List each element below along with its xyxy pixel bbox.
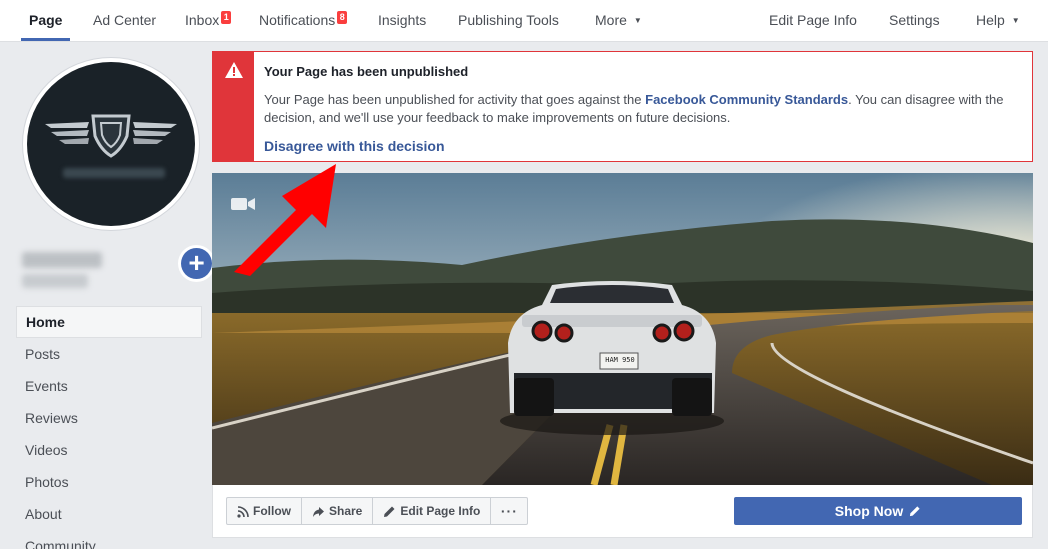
community-standards-link[interactable]: Facebook Community Standards — [645, 92, 848, 107]
page-unpublished-alert: Your Page has been unpublished Your Page… — [212, 51, 1033, 162]
nav-tab-label: Settings — [889, 12, 940, 28]
sidebar-item-videos[interactable]: Videos — [16, 434, 202, 466]
more-options-button[interactable]: ··· — [491, 498, 527, 524]
blurred-page-name — [63, 168, 165, 178]
edit-page-info-label: Edit Page Info — [400, 504, 481, 518]
sidebar-item-reviews[interactable]: Reviews — [16, 402, 202, 434]
page-sidebar-menu: Home Posts Events Reviews Videos Photos … — [16, 306, 202, 549]
blurred-page-username — [22, 274, 88, 288]
nav-help[interactable]: Help ▼ — [976, 0, 1020, 41]
pencil-icon — [384, 506, 395, 517]
nav-tab-label: Edit Page Info — [769, 12, 857, 28]
nav-tab-label: Notifications — [259, 12, 336, 28]
nav-tab-label: Inbox — [185, 12, 220, 28]
edit-page-info-button[interactable]: Edit Page Info — [373, 498, 492, 524]
share-button-label: Share — [329, 504, 363, 518]
nav-tab-inbox[interactable]: Inbox 1 — [185, 0, 232, 41]
nav-tab-more[interactable]: More ▼ — [595, 0, 642, 41]
red-arrow-annotation-icon — [234, 164, 336, 276]
inbox-count-badge: 1 — [221, 11, 232, 24]
page-action-bar: Follow Share Edit Page Info ··· Shop Now — [212, 485, 1033, 538]
winged-shield-logo-icon — [45, 114, 177, 158]
follow-button-label: Follow — [253, 504, 291, 518]
pencil-icon[interactable] — [909, 505, 921, 517]
alert-side-stripe — [213, 52, 254, 161]
profile-picture-frame[interactable]: + — [22, 57, 215, 282]
nav-tab-page[interactable]: Page — [20, 0, 72, 41]
follow-button[interactable]: Follow — [227, 498, 302, 524]
nav-tab-ad-center[interactable]: Ad Center — [93, 0, 156, 41]
rss-icon — [237, 506, 249, 518]
shop-now-label: Shop Now — [834, 503, 904, 519]
caret-down-icon: ▼ — [633, 16, 642, 25]
alert-message: Your Page has been unpublished for activ… — [264, 91, 1034, 127]
nav-tab-label: Insights — [378, 12, 427, 28]
sidebar-item-posts[interactable]: Posts — [16, 338, 202, 370]
nav-tab-label: Help — [976, 12, 1005, 28]
alert-title: Your Page has been unpublished — [264, 64, 469, 79]
add-profile-photo-button[interactable]: + — [178, 245, 215, 282]
share-arrow-icon — [313, 507, 324, 517]
nav-settings[interactable]: Settings — [889, 0, 940, 41]
nav-tab-label: Page — [29, 12, 63, 28]
share-button[interactable]: Share — [302, 498, 374, 524]
nav-edit-page-info[interactable]: Edit Page Info — [769, 0, 857, 41]
nav-tab-label: More — [595, 12, 627, 28]
shop-now-button[interactable]: Shop Now — [734, 497, 1022, 525]
page-action-buttons: Follow Share Edit Page Info ··· — [226, 497, 529, 525]
sidebar-item-community[interactable]: Community — [16, 530, 202, 549]
notifications-count-badge: 8 — [337, 11, 348, 24]
alert-message-text: Your Page has been unpublished for activ… — [264, 92, 646, 107]
page-top-nav: Page Ad Center Inbox 1 Notifications 8 Ins… — [0, 0, 1048, 42]
blurred-page-title — [22, 252, 102, 268]
caret-down-icon: ▼ — [1011, 16, 1020, 25]
sidebar-item-events[interactable]: Events — [16, 370, 202, 402]
warning-icon — [225, 62, 243, 78]
nav-tab-publishing-tools[interactable]: Publishing Tools — [458, 0, 559, 41]
nav-tab-insights[interactable]: Insights — [378, 0, 426, 41]
sidebar-item-home[interactable]: Home — [16, 306, 202, 338]
nav-tab-label: Publishing Tools — [458, 12, 559, 28]
nav-tab-label: Ad Center — [93, 12, 157, 28]
profile-picture — [27, 62, 195, 226]
sidebar-item-photos[interactable]: Photos — [16, 466, 202, 498]
license-plate: HAM 950 — [605, 356, 635, 364]
sidebar-item-about[interactable]: About — [16, 498, 202, 530]
nav-tab-notifications[interactable]: Notifications 8 — [259, 0, 348, 41]
plus-icon: + — [181, 248, 212, 279]
